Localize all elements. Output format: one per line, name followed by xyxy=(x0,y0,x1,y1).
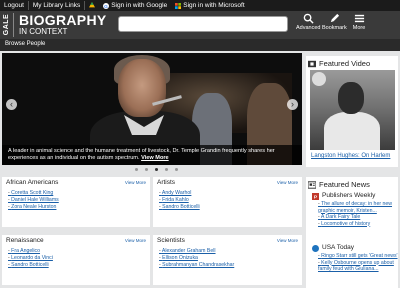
news-source-header: P Publishers Weekly xyxy=(312,193,398,200)
hero-caption: A leader in animal science and the human… xyxy=(2,145,302,165)
pencil-icon xyxy=(330,13,339,23)
product-logo[interactable]: BIOGRAPHY IN CONTEXT xyxy=(19,13,107,37)
news-source-name[interactable]: Publishers Weekly xyxy=(322,193,375,200)
search-input[interactable] xyxy=(118,16,288,32)
logout-link[interactable]: Logout xyxy=(0,2,28,9)
category-panel: African Americans View More Coretta Scot… xyxy=(2,177,150,227)
svg-text:G: G xyxy=(104,3,108,8)
product-title: BIOGRAPHY xyxy=(19,12,107,28)
carousel-prev-button[interactable]: ‹ xyxy=(6,99,17,110)
featured-video-title: Featured Video xyxy=(319,59,371,68)
list-item[interactable]: Zora Neale Hurston xyxy=(8,204,59,211)
usa-today-icon xyxy=(312,245,319,252)
category-view-more-link[interactable]: View More xyxy=(125,180,146,185)
list-item[interactable]: Coretta Scott King xyxy=(8,190,59,197)
gale-logo-text: GALE xyxy=(3,13,11,36)
category-list: Coretta Scott King Daniel Hale Williams … xyxy=(8,190,59,211)
news-source-section: P Publishers Weekly The allure of decay:… xyxy=(312,193,398,227)
list-item[interactable]: Ellison Onizuka xyxy=(159,255,234,262)
video-thumbnail-head xyxy=(338,82,364,114)
google-signin-button[interactable]: G Sign in with Google xyxy=(99,2,171,9)
list-item[interactable]: Sandro Botticelli xyxy=(8,262,53,269)
hero-view-more-link[interactable]: View More xyxy=(141,155,169,161)
hero-person-face xyxy=(118,59,166,117)
featured-video-header: Featured Video xyxy=(306,56,398,71)
carousel-next-button[interactable]: › xyxy=(287,99,298,110)
category-list: Fra Angelico Leonardo da Vinci Sandro Bo… xyxy=(8,248,53,269)
film-icon xyxy=(308,60,316,67)
sub-navigation: Browse People xyxy=(0,39,400,51)
advanced-label: Advanced xyxy=(296,25,321,31)
microsoft-icon xyxy=(175,2,182,9)
microsoft-signin-button[interactable]: Sign in with Microsoft xyxy=(171,2,248,9)
google-icon: G xyxy=(103,2,110,9)
menu-icon xyxy=(354,14,364,23)
carousel-dot[interactable] xyxy=(145,168,148,171)
carousel-dot[interactable] xyxy=(175,168,178,171)
category-panel: Artists View More Andy Warhol Frida Kahl… xyxy=(153,177,302,227)
news-item[interactable]: Ringo Starr still gets 'Great news' xyxy=(312,253,398,260)
list-item[interactable]: Subrahmanyan Chandrasekhar xyxy=(159,262,234,269)
bookmark-label: Bookmark xyxy=(322,25,347,31)
browse-people-link[interactable]: Browse People xyxy=(5,41,45,47)
advanced-search-button[interactable]: Advanced xyxy=(296,13,320,31)
drive-icon[interactable] xyxy=(85,1,99,10)
category-title: Artists xyxy=(157,179,176,186)
carousel-dot[interactable] xyxy=(165,168,168,171)
news-item[interactable]: The allure of decay: in her new graphic … xyxy=(312,201,398,214)
list-item[interactable]: Leonardo da Vinci xyxy=(8,255,53,262)
list-item[interactable]: Alexander Graham Bell xyxy=(159,248,234,255)
video-thumbnail-body xyxy=(324,112,380,150)
category-view-more-link[interactable]: View More xyxy=(277,238,298,243)
category-list: Andy Warhol Frida Kahlo Sandro Botticell… xyxy=(159,190,200,211)
google-signin-label: Sign in with Google xyxy=(111,2,168,9)
header: GALE BIOGRAPHY IN CONTEXT Advanced Bookm… xyxy=(0,11,400,39)
category-panel: Renaissance View More Fra Angelico Leona… xyxy=(2,235,150,285)
library-links-link[interactable]: My Library Links xyxy=(29,2,84,9)
list-item[interactable]: Andy Warhol xyxy=(159,190,200,197)
featured-news-header: Featured News xyxy=(306,177,398,192)
carousel-dots xyxy=(135,168,178,171)
list-item[interactable]: Frida Kahlo xyxy=(159,197,200,204)
carousel-dot-active[interactable] xyxy=(155,168,158,171)
category-list: Alexander Graham Bell Ellison Onizuka Su… xyxy=(159,248,234,269)
featured-news-title: Featured News xyxy=(319,180,370,189)
list-item[interactable]: Daniel Hale Williams xyxy=(8,197,59,204)
news-item[interactable]: Kelly Osbourne opens up about family feu… xyxy=(312,260,398,273)
more-button[interactable]: More xyxy=(347,13,371,31)
news-source-section: USA Today Ringo Starr still gets 'Great … xyxy=(312,245,398,273)
category-title: Renaissance xyxy=(6,237,44,244)
list-item[interactable]: Fra Angelico xyxy=(8,248,53,255)
hero-carousel[interactable]: ‹ › A leader in animal science and the h… xyxy=(2,53,302,165)
category-view-more-link[interactable]: View More xyxy=(277,180,298,185)
featured-video-link[interactable]: Langston Hughes: On Harlem xyxy=(311,153,390,159)
category-view-more-link[interactable]: View More xyxy=(125,238,146,243)
news-source-header: USA Today xyxy=(312,245,398,252)
news-source-name[interactable]: USA Today xyxy=(322,245,354,252)
bookmark-button[interactable]: Bookmark xyxy=(322,13,347,31)
category-title: Scientists xyxy=(157,237,185,244)
list-item[interactable]: Sandro Botticelli xyxy=(159,204,200,211)
top-bar: Logout My Library Links G Sign in with G… xyxy=(0,0,400,11)
search-icon xyxy=(303,13,314,24)
more-label: More xyxy=(352,25,366,31)
category-panel: Scientists View More Alexander Graham Be… xyxy=(153,235,302,285)
newspaper-icon xyxy=(308,180,316,189)
featured-video-thumbnail[interactable] xyxy=(310,70,395,150)
category-title: African Americans xyxy=(6,179,59,186)
news-item[interactable]: Locomotive of history xyxy=(312,221,398,228)
video-thumbnail-lamp xyxy=(312,72,326,86)
product-subtitle: IN CONTEXT xyxy=(19,27,68,36)
carousel-dot[interactable] xyxy=(135,168,138,171)
publisher-icon: P xyxy=(312,193,319,200)
microsoft-signin-label: Sign in with Microsoft xyxy=(183,2,245,9)
gale-logo[interactable]: GALE xyxy=(2,13,14,37)
